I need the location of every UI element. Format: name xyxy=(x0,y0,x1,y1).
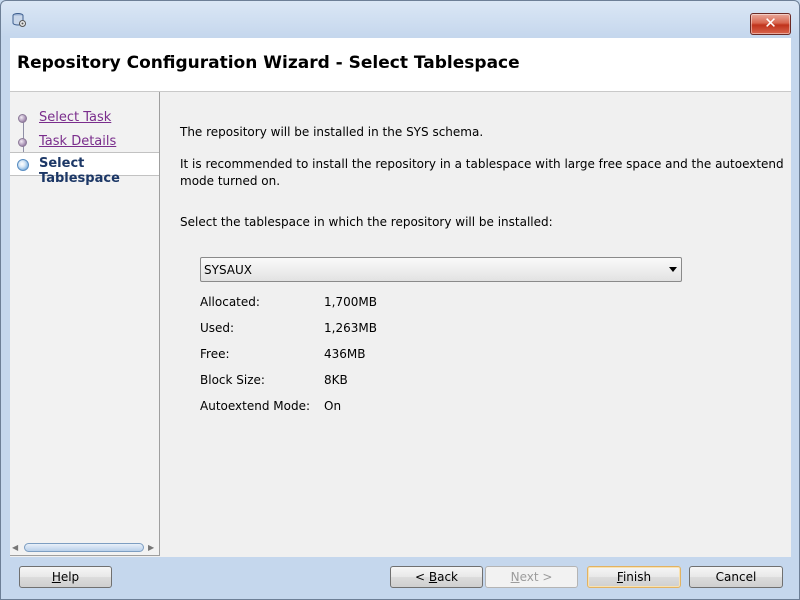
block-size-label: Block Size: xyxy=(200,373,265,387)
scroll-right-icon[interactable]: ▶ xyxy=(148,542,154,554)
select-tablespace-prompt: Select the tablespace in which the repos… xyxy=(180,215,553,229)
block-size-value: 8KB xyxy=(324,373,348,387)
tablespace-selected-value: SYSAUX xyxy=(204,263,252,277)
schema-note: The repository will be installed in the … xyxy=(180,125,484,139)
scroll-left-icon[interactable]: ◀ xyxy=(12,542,18,554)
close-icon: ✕ xyxy=(764,14,777,32)
nav-step-select-task[interactable]: Select Task xyxy=(10,106,159,130)
database-wizard-icon xyxy=(11,12,27,28)
nav-step-label[interactable]: Task Details xyxy=(39,134,116,149)
wizard-header: Repository Configuration Wizard - Select… xyxy=(10,38,791,92)
step-navigator: Select Task Task Details Select Tablespa… xyxy=(10,92,160,556)
finish-button[interactable]: Finish xyxy=(587,566,681,588)
wizard-body: Select Task Task Details Select Tablespa… xyxy=(10,92,791,557)
recommendation-line-2: mode turned on. xyxy=(180,174,281,188)
nav-step-label[interactable]: Select Task xyxy=(39,110,111,125)
nav-step-label: Select Tablespace xyxy=(39,156,120,186)
wizard-footer: Help < Back Next > Finish Cancel xyxy=(10,558,791,598)
free-value: 436MB xyxy=(324,347,366,361)
next-button[interactable]: Next > xyxy=(485,566,578,588)
scroll-thumb[interactable] xyxy=(24,543,144,552)
autoextend-mode-label: Autoextend Mode: xyxy=(200,399,310,413)
close-button[interactable]: ✕ xyxy=(750,13,791,35)
allocated-value: 1,700MB xyxy=(324,295,377,309)
allocated-label: Allocated: xyxy=(200,295,260,309)
nav-step-task-details[interactable]: Task Details xyxy=(10,130,159,154)
recommendation-line-1: It is recommended to install the reposit… xyxy=(180,157,784,171)
step-content: The repository will be installed in the … xyxy=(160,92,791,555)
page-title: Repository Configuration Wizard - Select… xyxy=(17,53,520,73)
step-visited-icon xyxy=(18,114,27,123)
used-label: Used: xyxy=(200,321,235,335)
cancel-button[interactable]: Cancel xyxy=(689,566,783,588)
free-label: Free: xyxy=(200,347,230,361)
used-value: 1,263MB xyxy=(324,321,377,335)
back-button[interactable]: < Back xyxy=(390,566,483,588)
tablespace-select[interactable]: SYSAUX xyxy=(200,257,682,282)
step-visited-icon xyxy=(18,138,27,147)
nav-horizontal-scrollbar[interactable]: ◀ ▶ xyxy=(12,542,156,554)
nav-step-select-tablespace[interactable]: Select Tablespace xyxy=(10,152,159,186)
help-button[interactable]: Help xyxy=(19,566,112,588)
chevron-down-icon xyxy=(669,267,677,272)
step-current-icon xyxy=(17,159,29,171)
wizard-window: ✕ Repository Configuration Wizard - Sele… xyxy=(0,0,800,600)
autoextend-mode-value: On xyxy=(324,399,342,413)
title-bar: ✕ xyxy=(1,1,799,37)
